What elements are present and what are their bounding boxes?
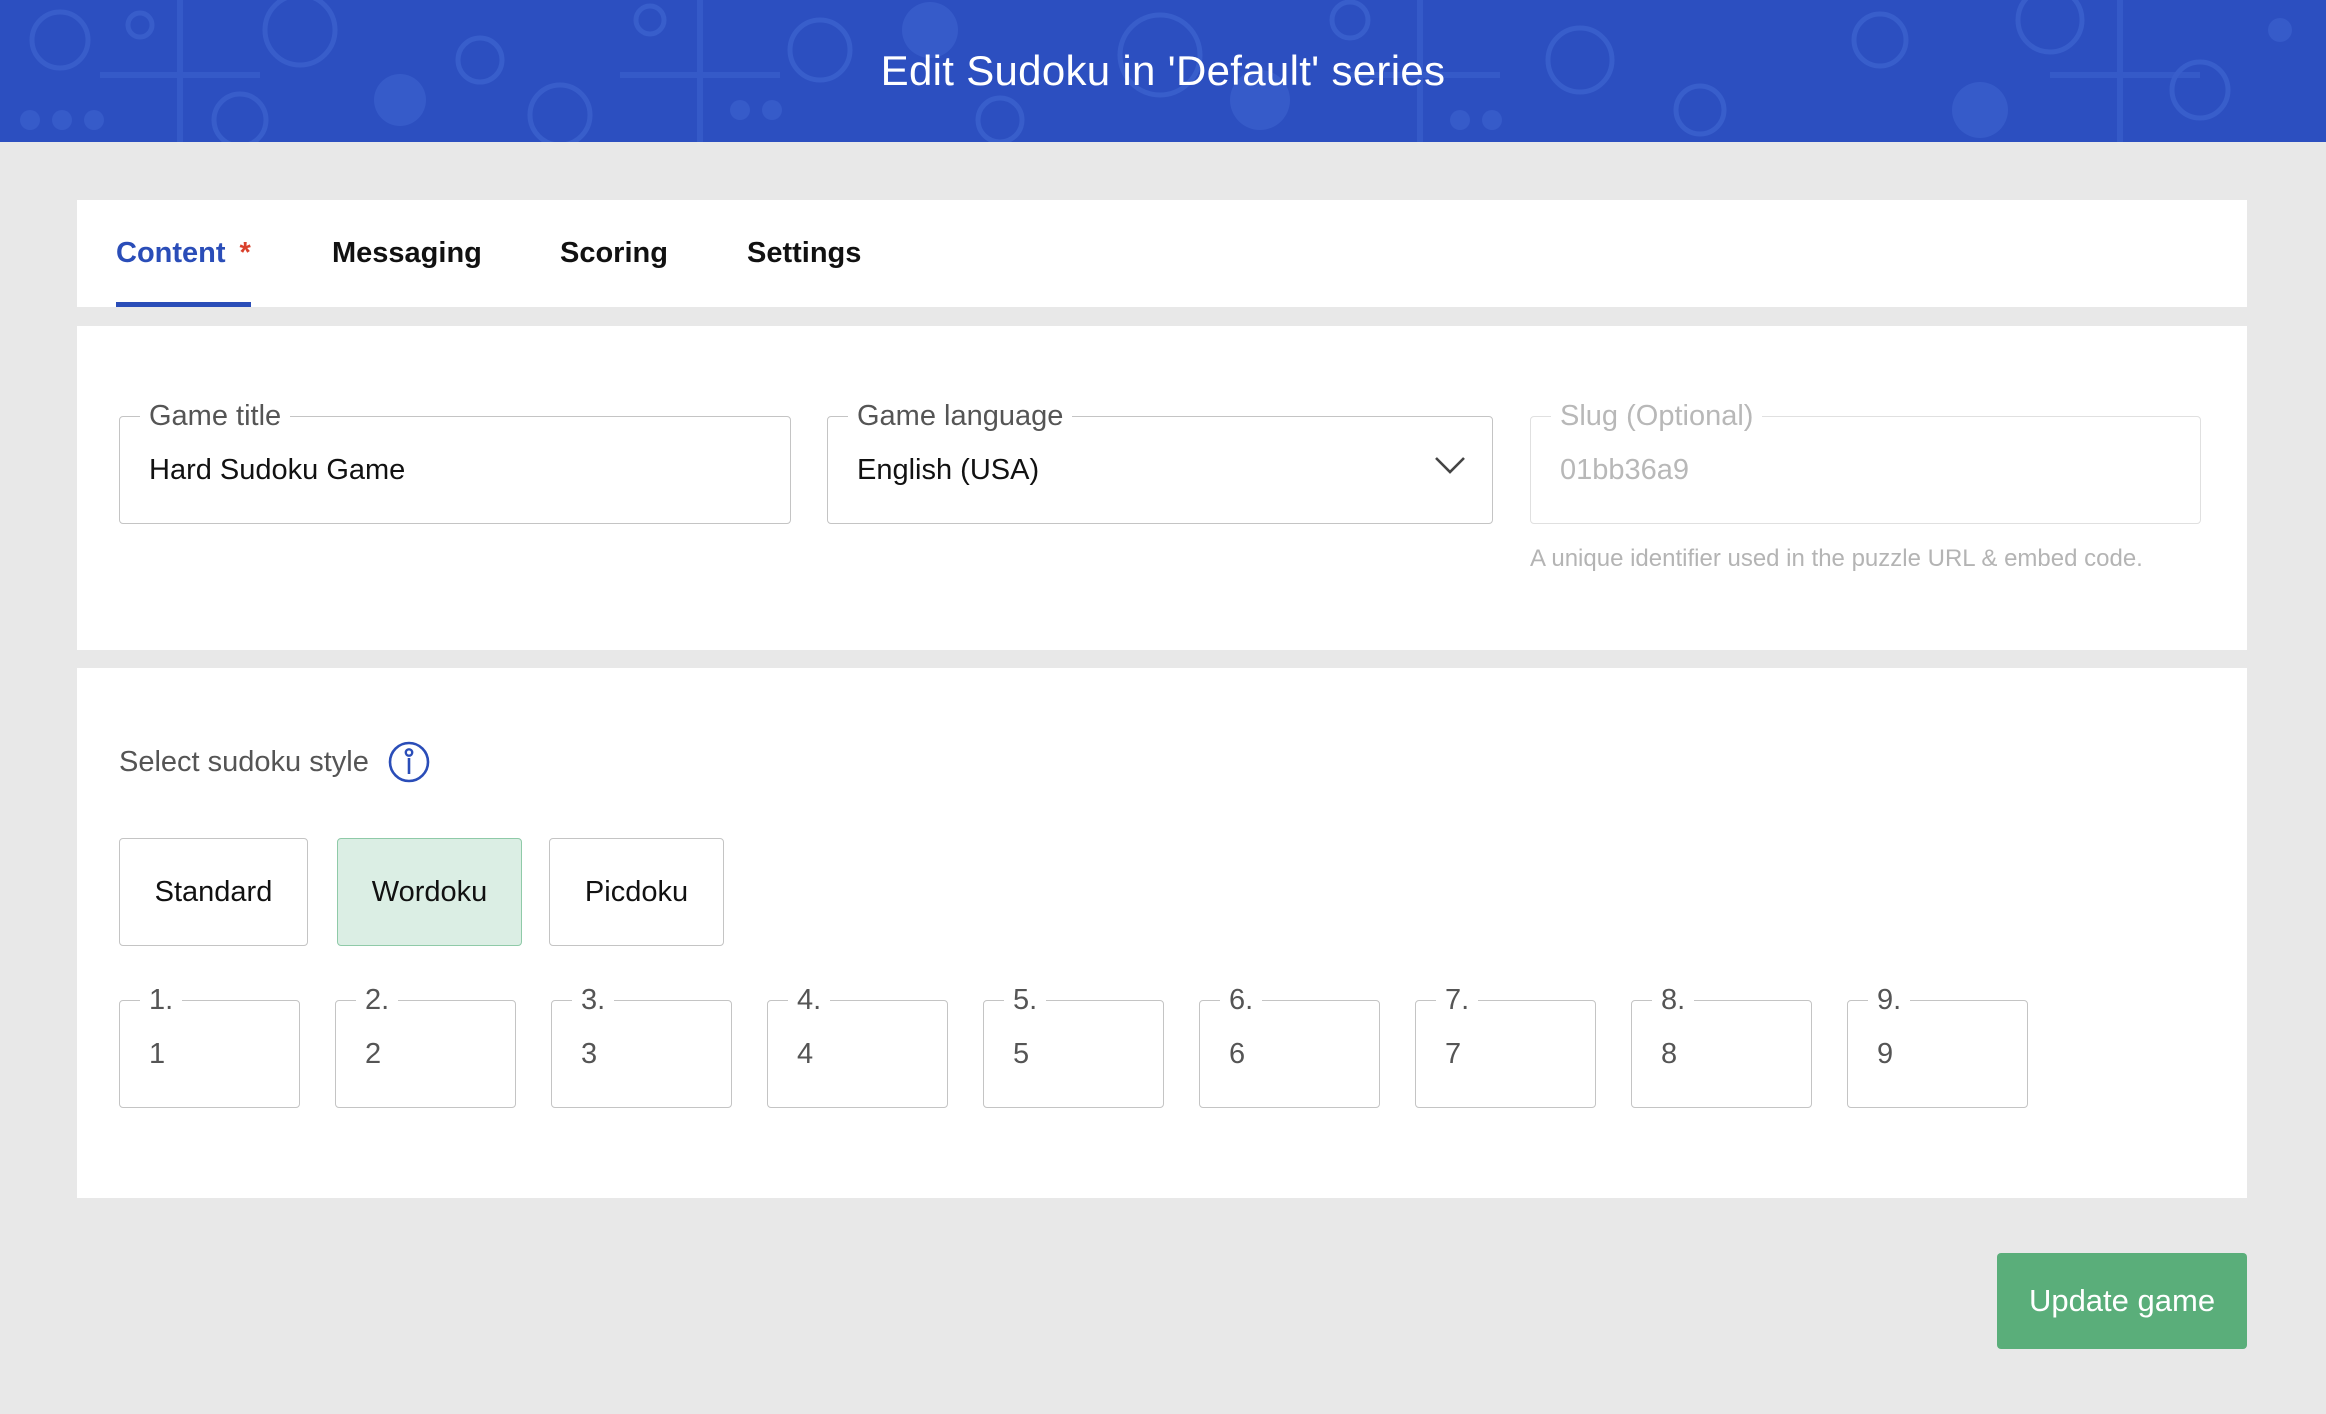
slug-value: 01bb36a9 [1560, 453, 1690, 486]
word-field-7[interactable]: 7. 7 [1415, 980, 1596, 1108]
game-details-section: Game title Hard Sudoku Game Game languag… [77, 326, 2247, 650]
field-value: 9 [1877, 1037, 1894, 1070]
game-language-select[interactable]: Game language English (USA) [827, 396, 1493, 524]
field-value: 7 [1445, 1037, 1462, 1070]
tab-content[interactable]: Content * [116, 200, 251, 307]
style-option-picdoku[interactable]: Picdoku [549, 838, 724, 946]
word-field-6[interactable]: 6. 6 [1199, 980, 1380, 1108]
tab-bar: Content * Messaging Scoring Settings [77, 200, 2247, 307]
field-value: 8 [1661, 1037, 1678, 1070]
tab-messaging[interactable]: Messaging [332, 200, 482, 307]
word-field-4[interactable]: 4. 4 [767, 980, 948, 1108]
field-value: 4 [797, 1037, 814, 1070]
sudoku-style-label-text: Select sudoku style [119, 745, 369, 778]
field-value: 5 [1013, 1037, 1030, 1070]
slug-field[interactable]: Slug (Optional) 01bb36a9 [1530, 396, 2201, 524]
word-field-5[interactable]: 5. 5 [983, 980, 1164, 1108]
slug-helper-text: A unique identifier used in the puzzle U… [1530, 545, 2143, 572]
field-value: 3 [581, 1037, 598, 1070]
page-header: Edit Sudoku in 'Default' series [0, 0, 2326, 142]
info-icon[interactable] [387, 740, 431, 784]
game-title-value: Hard Sudoku Game [149, 453, 406, 486]
word-field-2[interactable]: 2. 2 [335, 980, 516, 1108]
page-title: Edit Sudoku in 'Default' series [880, 47, 1446, 94]
style-option-standard[interactable]: Standard [119, 838, 308, 946]
sudoku-style-section: Select sudoku style Standard Wordoku Pic… [77, 668, 2247, 1198]
word-field-1[interactable]: 1. 1 [119, 980, 300, 1108]
tab-scoring[interactable]: Scoring [560, 200, 668, 307]
word-field-3[interactable]: 3. 3 [551, 980, 732, 1108]
required-marker: * [239, 237, 251, 269]
field-value: 2 [365, 1037, 382, 1070]
update-game-button[interactable]: Update game [1997, 1253, 2247, 1349]
chevron-down-icon [1435, 457, 1465, 474]
tab-settings[interactable]: Settings [747, 200, 861, 307]
field-value: 6 [1229, 1037, 1246, 1070]
game-language-value: English (USA) [857, 453, 1040, 486]
word-field-9[interactable]: 9. 9 [1847, 980, 2028, 1108]
word-field-8[interactable]: 8. 8 [1631, 980, 1812, 1108]
field-value: 1 [149, 1037, 166, 1070]
sudoku-style-label: Select sudoku style [119, 740, 431, 784]
tab-label: Content [116, 237, 226, 269]
style-option-wordoku[interactable]: Wordoku [337, 838, 522, 946]
game-title-field[interactable]: Game title Hard Sudoku Game [119, 396, 791, 524]
